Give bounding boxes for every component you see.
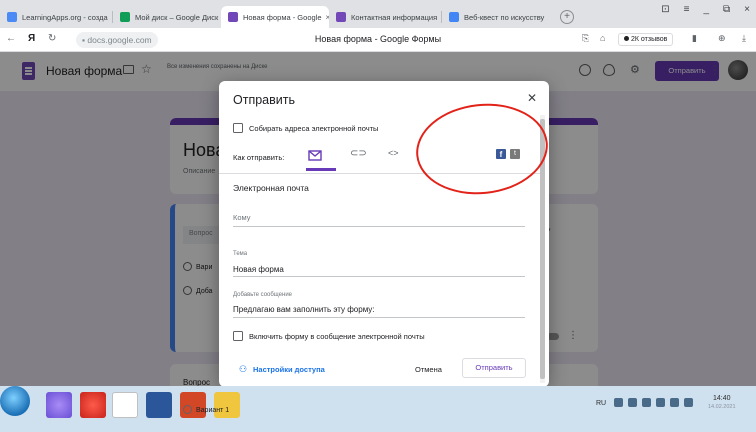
drive-icon — [120, 12, 130, 22]
slides-icon — [449, 12, 459, 22]
system-tray — [614, 398, 693, 407]
cancel-button[interactable]: Отмена — [415, 365, 442, 374]
minimize-icon[interactable]: _ — [703, 4, 709, 15]
browser-tab-bar: LearningApps.org - созда Мой диск – Goog… — [0, 0, 756, 28]
send-via-label: Как отправить: — [233, 153, 285, 162]
tray-icon[interactable] — [642, 398, 651, 407]
word-icon[interactable] — [146, 392, 172, 418]
subject-label: Тема — [233, 251, 248, 257]
translate-icon[interactable]: ⌂ — [600, 33, 605, 43]
include-form-checkbox[interactable] — [233, 331, 243, 341]
alice-icon[interactable] — [46, 392, 72, 418]
bookmark-icon[interactable]: ▮ — [692, 33, 697, 44]
tab-new-form[interactable]: Новая форма - Google × — [221, 6, 329, 28]
tab-web-quest[interactable]: Веб-квест по искусству — [442, 6, 552, 28]
send-link-tab[interactable]: ⊂⊃ — [350, 148, 367, 162]
embed-icon: <> — [388, 148, 399, 158]
reviews-dot-icon — [624, 36, 629, 41]
access-settings-link[interactable]: Настройки доступа — [253, 365, 325, 374]
tray-icon[interactable] — [656, 398, 665, 407]
email-section-heading: Электронная почта — [233, 183, 309, 193]
tab-google-drive[interactable]: Мой диск – Google Диск — [113, 6, 221, 28]
language-indicator[interactable]: RU — [596, 400, 606, 407]
send-embed-tab[interactable]: <> — [388, 148, 402, 162]
to-field[interactable]: Кому — [233, 209, 525, 227]
forms-icon — [228, 12, 238, 22]
link-icon: ⊂⊃ — [350, 148, 367, 159]
start-button[interactable] — [0, 386, 30, 416]
send-email-tab[interactable] — [306, 148, 336, 171]
collect-emails-label: Собирать адреса электронной почты — [249, 124, 379, 133]
extensions-icon[interactable]: ⊕ — [718, 33, 726, 44]
message-field[interactable]: Добавьте сообщение Предлагаю вам заполни… — [233, 292, 525, 318]
address-bar: ← Я ↻ ▪ docs.google.com Новая форма - Go… — [0, 28, 756, 52]
message-value: Предлагаю вам заполнить эту форму: — [233, 305, 375, 314]
email-icon — [308, 150, 322, 161]
subject-value: Новая форма — [233, 265, 284, 274]
restore-icon[interactable]: ⧉ — [723, 4, 730, 15]
collect-emails-checkbox[interactable] — [233, 123, 243, 133]
download-icon[interactable]: ⤓ — [742, 33, 746, 44]
network-icon[interactable] — [684, 398, 693, 407]
tray-icon[interactable] — [614, 398, 623, 407]
reader-icon[interactable]: ⎘ — [582, 33, 589, 44]
tab-learningapps[interactable]: LearningApps.org - созда — [0, 6, 112, 28]
yandex-browser-icon[interactable] — [112, 392, 138, 418]
new-tab-button[interactable]: + — [560, 10, 574, 24]
close-window-icon[interactable]: × — [744, 4, 750, 15]
forms-icon — [336, 12, 346, 22]
windows-taskbar: RU 14:40 14.02.2021 — [0, 386, 756, 432]
clock[interactable]: 14:40 14.02.2021 — [708, 394, 736, 412]
include-form-label: Включить форму в сообщение электронной п… — [249, 332, 425, 341]
dialog-title: Отправить — [233, 93, 295, 107]
yandex-icon[interactable] — [80, 392, 106, 418]
radio-icon — [183, 405, 192, 414]
close-icon[interactable]: ✕ — [527, 91, 537, 105]
volume-icon[interactable] — [670, 398, 679, 407]
learningapps-icon — [7, 12, 17, 22]
to-placeholder: Кому — [233, 213, 251, 222]
bookmarks-icon[interactable]: ⊡ — [661, 4, 669, 15]
send-button[interactable]: Отправить — [462, 358, 526, 378]
window-controls: ⊡ ≡ _ ⧉ × — [661, 4, 756, 15]
subject-field[interactable]: Тема Новая форма — [233, 251, 525, 277]
menu-icon[interactable]: ≡ — [684, 4, 690, 15]
bg-option-3: Вариант 1 — [183, 405, 229, 414]
tab-contact-info[interactable]: Контактная информация — [329, 6, 441, 28]
message-label: Добавьте сообщение — [233, 292, 293, 298]
add-person-icon[interactable]: ⚇ — [239, 364, 247, 375]
reviews-badge[interactable]: 2К отзывов — [618, 33, 674, 46]
tray-icon[interactable] — [628, 398, 637, 407]
